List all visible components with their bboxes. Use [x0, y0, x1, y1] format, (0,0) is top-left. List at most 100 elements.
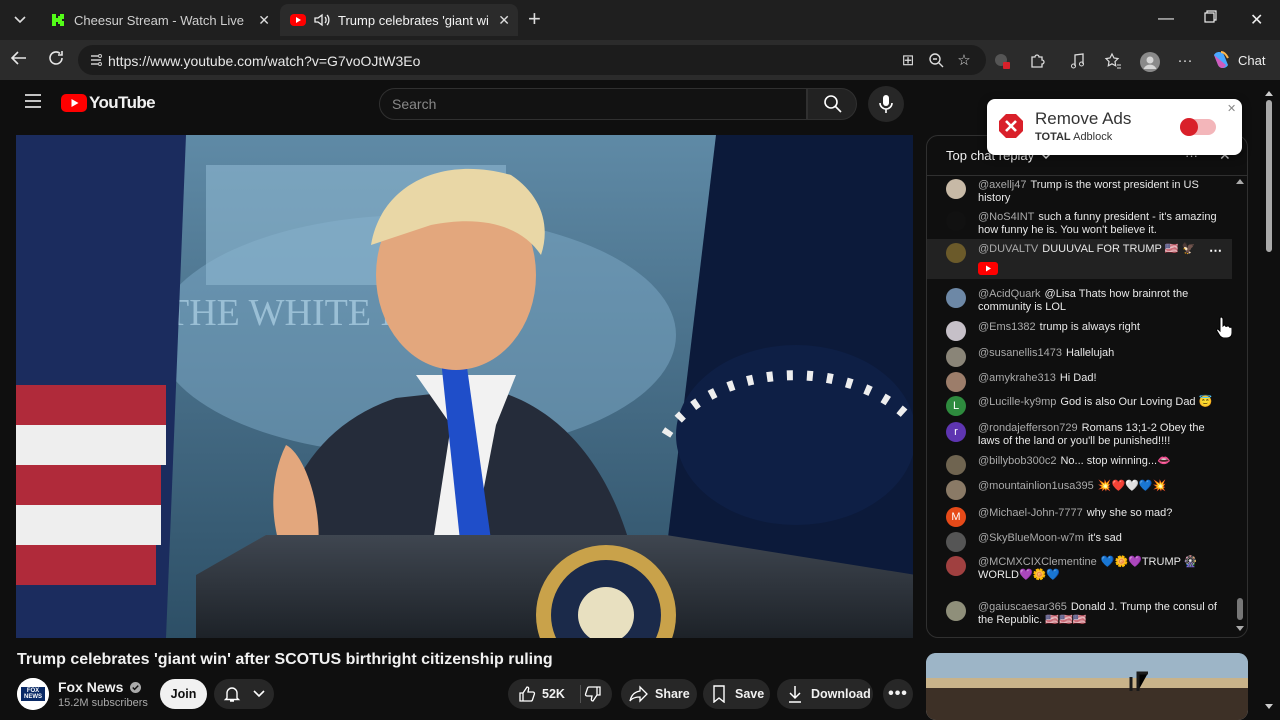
page-scrollbar[interactable] [1264, 84, 1274, 720]
chat-author-name[interactable]: @MCMXCIXClementine [978, 556, 1097, 568]
youtube-logo-icon [61, 94, 87, 112]
chat-author-avatar[interactable] [946, 243, 966, 263]
chat-author-avatar[interactable] [946, 556, 966, 576]
chat-author-name[interactable]: @susanellis1473 [978, 347, 1062, 359]
site-info-icon[interactable] [88, 52, 104, 68]
more-actions-button[interactable]: ••• [883, 679, 913, 709]
chat-message-body: @billybob300c2 No... stop winning...👄 [978, 455, 1218, 468]
arrow-left-icon [10, 51, 26, 65]
chat-message-text: No... stop winning...👄 [1060, 455, 1171, 467]
search-button[interactable] [807, 88, 857, 120]
search-input[interactable]: Search [379, 88, 807, 120]
tab-cheesur-stream[interactable]: Cheesur Stream - Watch Live on K ✕ [40, 4, 278, 36]
chat-author-name[interactable]: @Ems1382 [978, 321, 1036, 333]
close-popup-icon[interactable]: ✕ [1227, 102, 1236, 115]
adblock-extension-icon[interactable] [993, 52, 1011, 70]
share-button[interactable]: Share [621, 679, 697, 709]
notification-bell-button[interactable] [214, 679, 274, 709]
chat-message-body: @NoS4INT such a funny president - it's am… [978, 211, 1218, 237]
chat-scrollbar[interactable] [1235, 176, 1245, 636]
subscriber-count: 15.2M subscribers [58, 697, 148, 709]
adblock-popup[interactable]: Remove Ads TOTAL Adblock ✕ [987, 99, 1242, 155]
dislike-button[interactable] [584, 685, 602, 706]
remove-ads-toggle[interactable] [1180, 118, 1216, 136]
message-more-icon[interactable]: ⋯ [1209, 244, 1222, 257]
chat-author-name[interactable]: @axellj47 [978, 179, 1026, 191]
favorite-star-icon[interactable]: ☆ [955, 52, 973, 70]
chat-author-name[interactable]: @NoS4INT [978, 211, 1034, 223]
chat-author-avatar[interactable] [946, 321, 966, 341]
chat-message-text: 💥❤️🤍💙💥 [1097, 480, 1167, 492]
chat-author-avatar[interactable] [946, 480, 966, 500]
youtube-logo[interactable]: YouTube [61, 93, 156, 113]
close-tab-icon[interactable]: ✕ [258, 12, 270, 29]
chat-message-text: trump is always right [1039, 321, 1140, 333]
chat-author-avatar[interactable] [946, 211, 966, 231]
new-tab-button[interactable]: + [528, 8, 541, 30]
close-window-button[interactable]: ✕ [1250, 10, 1263, 30]
chat-author-name[interactable]: @Michael-John-7777 [978, 507, 1083, 519]
join-button[interactable]: Join [160, 679, 207, 709]
scroll-down-icon [1265, 704, 1273, 709]
zoom-icon[interactable] [927, 52, 945, 70]
restore-button[interactable] [1204, 10, 1217, 28]
chat-author-name[interactable]: @billybob300c2 [978, 455, 1056, 467]
chat-author-avatar[interactable]: M [946, 507, 966, 527]
copilot-chat-button[interactable]: Chat [1206, 46, 1270, 74]
more-options-icon[interactable]: ··· [1176, 52, 1194, 70]
chat-message-body: @rondajefferson729 Romans 13;1-2 Obey the… [978, 422, 1218, 448]
close-tab-icon[interactable]: ✕ [498, 12, 510, 29]
speaker-icon[interactable] [314, 13, 330, 27]
voice-search-button[interactable] [868, 86, 904, 122]
hand-cursor-icon [1216, 316, 1232, 338]
back-button[interactable] [10, 49, 28, 72]
chat-author-name[interactable]: @SkyBlueMoon-w7m [978, 532, 1084, 544]
app-available-icon[interactable]: ⊞ [899, 52, 917, 70]
chat-author-name[interactable]: @rondajefferson729 [978, 422, 1078, 434]
chat-author-avatar[interactable]: L [946, 396, 966, 416]
save-button[interactable]: Save [703, 679, 770, 709]
profile-avatar[interactable] [1140, 52, 1160, 72]
tab-actions-menu-button[interactable] [6, 7, 34, 33]
chat-author-name[interactable]: @mountainlion1usa395 [978, 480, 1094, 492]
recommended-video-thumbnail[interactable] [926, 653, 1248, 720]
media-control-icon[interactable] [1069, 52, 1087, 70]
video-player[interactable]: THE WHITE HOUSE [16, 135, 913, 638]
chat-author-avatar[interactable] [946, 179, 966, 199]
download-button[interactable]: Download [777, 679, 873, 709]
restore-icon [1204, 10, 1217, 23]
chat-author-avatar[interactable] [946, 601, 966, 621]
download-icon [789, 686, 801, 703]
adblock-stop-icon [999, 114, 1023, 138]
like-dislike-group: 52K [508, 679, 612, 709]
chat-message-body: @Lucille-ky9mp God is also Our Loving Dad… [978, 396, 1218, 409]
chat-author-name[interactable]: @Lucille-ky9mp [978, 396, 1056, 408]
video-title: Trump celebrates 'giant win' after SCOTU… [17, 651, 553, 668]
favorites-icon[interactable] [1104, 52, 1122, 70]
address-bar[interactable]: https://www.youtube.com/watch?v=G7voOJtW… [78, 45, 986, 75]
chat-message[interactable]: @DUVALTV DUUUVAL FOR TRUMP 🇺🇸 🦅 ⋯ [927, 239, 1232, 279]
channel-name[interactable]: Fox News [58, 679, 142, 695]
chat-message-body: @susanellis1473 Hallelujah [978, 347, 1218, 360]
tab-youtube-video[interactable]: Trump celebrates 'giant win' a ✕ [280, 4, 518, 36]
bell-icon [223, 687, 241, 702]
chat-author-avatar[interactable]: r [946, 422, 966, 442]
channel-avatar[interactable]: FOX NEWS [17, 678, 49, 710]
refresh-button[interactable] [47, 49, 65, 72]
chat-author-name[interactable]: @DUVALTV [978, 243, 1038, 255]
thumbs-down-icon [584, 686, 601, 702]
guide-menu-button[interactable] [25, 94, 41, 113]
like-button[interactable]: 52K [508, 685, 565, 703]
chat-author-avatar[interactable] [946, 347, 966, 367]
minimize-button[interactable]: — [1158, 10, 1174, 28]
chat-author-name[interactable]: @amykrahe313 [978, 372, 1056, 384]
chat-message-text: God is also Our Loving Dad 😇 [1060, 396, 1213, 408]
chat-author-name[interactable]: @gaiuscaesar365 [978, 601, 1067, 613]
chat-author-avatar[interactable] [946, 455, 966, 475]
chat-author-avatar[interactable] [946, 288, 966, 308]
chat-author-avatar[interactable] [946, 372, 966, 392]
chat-author-avatar[interactable] [946, 532, 966, 552]
microphone-icon [879, 95, 893, 113]
extensions-icon[interactable] [1028, 52, 1046, 70]
chat-author-name[interactable]: @AcidQuark [978, 288, 1041, 300]
